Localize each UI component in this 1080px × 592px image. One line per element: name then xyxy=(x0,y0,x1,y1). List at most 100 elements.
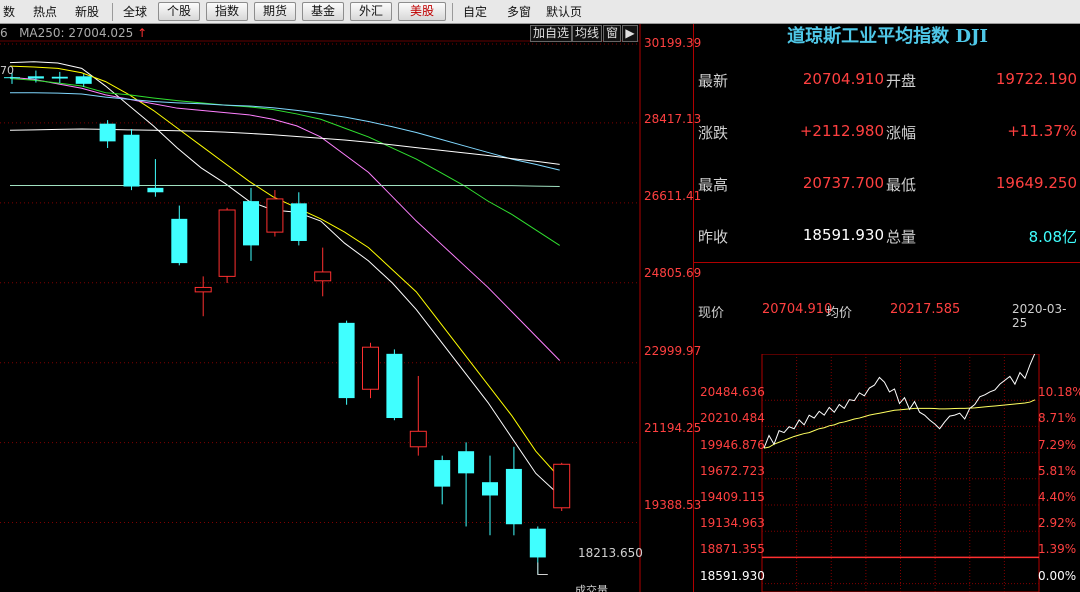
window-button[interactable]: 窗 xyxy=(603,25,622,42)
quote-label: 最低 xyxy=(886,176,917,194)
candle-body-down xyxy=(171,218,188,264)
candle-body-down xyxy=(51,76,68,79)
candle-body-down xyxy=(123,134,140,187)
toolbar-separator xyxy=(112,3,113,21)
candle-body-down xyxy=(458,451,475,474)
quote-value-prev-close: 18591.930 xyxy=(802,226,884,244)
intraday-price-label: 20210.484 xyxy=(700,411,765,426)
quote-row: 最新 20704.910 开盘 19722.190 xyxy=(694,70,1080,90)
intraday-price-label: 18871.355 xyxy=(700,542,765,557)
toolbar-item-custom[interactable]: 自定 xyxy=(458,4,492,21)
quote-label: 最新 xyxy=(698,72,729,90)
ma-line xyxy=(9,61,561,496)
quote-value-change: +2112.980 xyxy=(799,122,884,140)
candle-body-down xyxy=(338,322,355,399)
intraday-chart[interactable]: 20484.636 20210.484 19946.876 19672.723 1940… xyxy=(694,352,1080,592)
quote-value-volume: 8.08亿 xyxy=(1028,228,1077,246)
quote-row: 涨跌 +2112.980 涨幅 +11.37% xyxy=(694,122,1080,142)
low-price-label: 18213.650 xyxy=(578,546,643,560)
intraday-price-label: 19672.723 xyxy=(700,463,765,478)
toolbar-item-multi-window[interactable]: 多窗 xyxy=(502,4,536,21)
quote-label: 总量 xyxy=(886,228,917,246)
toolbar-button-futures[interactable]: 期货 xyxy=(254,2,296,21)
candle-body-down xyxy=(4,77,20,79)
toolbar-button-fund[interactable]: 基金 xyxy=(302,2,344,21)
quote-date: 2020-03-25 xyxy=(1012,302,1067,330)
low-marker xyxy=(537,562,548,576)
toolbar-button-index[interactable]: 指数 xyxy=(206,2,248,21)
quote-label: 最高 xyxy=(698,176,729,194)
candle-body-up xyxy=(314,271,332,282)
ma-line xyxy=(9,76,561,361)
kline-chart[interactable]: 6 MA250: 27004.025 ↑ 70 加自选 均线 窗 ▶ 30199… xyxy=(0,24,701,592)
candle-body-down xyxy=(27,76,44,79)
intraday-percent-label: 7.29% xyxy=(1038,437,1077,452)
toolbar-item-default-page[interactable]: 默认页 xyxy=(542,4,586,21)
quote-value-open: 19722.190 xyxy=(995,70,1077,88)
candle-body-down xyxy=(434,460,451,487)
collapse-panel-icon[interactable]: ▶ xyxy=(622,25,638,42)
quote-value-latest: 20704.910 xyxy=(802,70,884,88)
candle-body-up xyxy=(194,286,212,293)
index-title: 道琼斯工业平均指数 DJI xyxy=(787,26,988,47)
top-toolbar: 数据 热点 新股 全球 个股 指数 期货 基金 外汇 美股 自定 多窗 默认页 xyxy=(0,0,1080,24)
ma-line xyxy=(9,65,561,479)
candle-body-up xyxy=(409,430,427,448)
average-price-value: 20217.585 xyxy=(890,302,961,317)
intraday-percent-label: 10.18% xyxy=(1038,385,1080,400)
candle-body-down xyxy=(75,76,92,84)
candle-body-down xyxy=(505,468,522,525)
candle-body-down xyxy=(290,203,307,241)
average-price-label: 均价 xyxy=(826,306,853,321)
toolbar-item-hot[interactable]: 热点 xyxy=(30,4,60,21)
candle-body-down xyxy=(386,353,403,419)
candle-body-down xyxy=(99,123,116,142)
intraday-price-label: 20484.636 xyxy=(700,385,765,400)
toolbar-button-us-stock[interactable]: 美股 xyxy=(398,2,446,21)
toolbar-item-new-stock[interactable]: 新股 xyxy=(70,4,104,21)
intraday-price-line xyxy=(763,352,1036,449)
intraday-frame xyxy=(761,353,1040,592)
panel-divider xyxy=(694,262,1080,263)
quote-row: 昨收 18591.930 总量 8.08亿 xyxy=(694,226,1080,246)
toolbar-item-data[interactable]: 数据 xyxy=(0,4,18,21)
quote-value-high: 20737.700 xyxy=(802,174,884,192)
intraday-price-label: 19946.876 xyxy=(700,437,765,452)
intraday-percent-label: 8.71% xyxy=(1038,411,1077,426)
ma-line xyxy=(10,184,560,188)
intraday-percent-label: 4.40% xyxy=(1038,490,1077,504)
ma-line xyxy=(9,128,560,165)
quote-label: 昨收 xyxy=(698,228,729,246)
quote-row: 最高 20737.700 最低 19649.250 xyxy=(694,174,1080,194)
quote-value-change-pct: +11.37% xyxy=(1007,122,1077,140)
summary-row: 现价 20704.910 均价 20217.585 2020-03-25 xyxy=(694,302,1080,330)
intraday-percent-label: 1.39% xyxy=(1038,542,1077,557)
candle-body-up xyxy=(553,463,571,509)
candle-body-down xyxy=(147,187,164,193)
intraday-price-label: 19409.115 xyxy=(700,490,765,504)
toolbar-button-forex[interactable]: 外汇 xyxy=(350,2,392,21)
candle-body-up xyxy=(362,346,379,390)
quote-panel: 道琼斯工业平均指数 DJI 最新 20704.910 开盘 19722.190 … xyxy=(693,24,1080,592)
toolbar-separator xyxy=(452,3,453,21)
ma250-label: 6 MA250: 27004.025 ↑ xyxy=(0,26,148,40)
candle-body-down xyxy=(529,528,546,558)
quote-label: 涨跌 xyxy=(698,124,729,142)
intraday-price-label: 19134.963 xyxy=(700,516,765,531)
intraday-percent-label: 2.92% xyxy=(1038,516,1077,531)
quote-label: 涨幅 xyxy=(886,124,917,142)
current-price-label: 现价 xyxy=(698,306,725,321)
corner-value-label: 70 xyxy=(0,64,14,77)
volume-label: 成交量 xyxy=(575,584,608,592)
intraday-price-label: 18591.930 xyxy=(700,568,765,583)
candle-body-up xyxy=(266,198,284,233)
toolbar-item-global[interactable]: 全球 xyxy=(118,4,152,21)
candle-body-down xyxy=(482,482,498,496)
add-watchlist-button[interactable]: 加自选 xyxy=(530,25,573,42)
ma-line xyxy=(9,78,560,246)
toolbar-button-stock[interactable]: 个股 xyxy=(158,2,200,21)
candle-body-up xyxy=(218,209,236,277)
quote-label: 开盘 xyxy=(886,72,917,90)
ma-toggle-button[interactable]: 均线 xyxy=(572,25,603,42)
quote-value-low: 19649.250 xyxy=(995,174,1077,192)
